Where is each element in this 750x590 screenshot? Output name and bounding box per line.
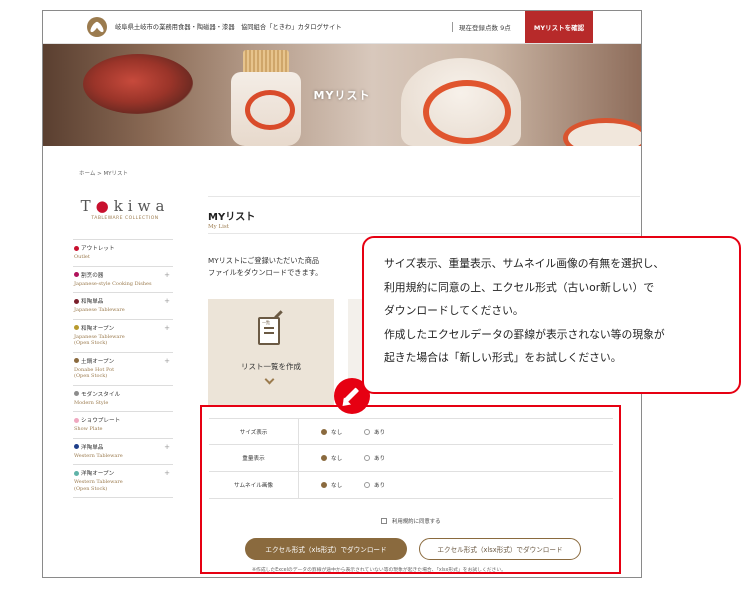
sidebar-category-list: アウトレット Outlet 割烹の器 Japanese-style Cooking D… <box>73 239 173 498</box>
sidebar-item-label: アウトレット <box>74 244 173 252</box>
sidebar-item[interactable]: 和陶オープン Japanese Tableware (Open Stock) + <box>73 320 173 353</box>
registered-count: 現在登録点数 9点 <box>452 22 511 32</box>
hero-bowl-image <box>563 118 641 146</box>
brand-logo[interactable]: T●kiwa TABLEWARE COLLECTION <box>79 197 171 221</box>
view-mylist-button[interactable]: MYリストを確認 <box>525 11 593 43</box>
create-list-label: リスト一覧を作成 <box>241 362 301 371</box>
category-dot-icon <box>74 417 79 423</box>
sidebar-item-sublabel: Western Tableware (Open Stock) <box>74 479 123 492</box>
category-dot-icon <box>74 298 79 304</box>
expand-plus-icon[interactable]: + <box>164 357 170 365</box>
category-dot-icon <box>74 245 79 251</box>
sidebar-item-sublabel: Modern Style <box>74 399 109 406</box>
category-dot-icon <box>74 470 79 476</box>
site-title: 岐阜県土岐市の業務用食器・陶磁器・漆器 協同組合「ときわ」カタログサイト <box>115 24 342 31</box>
sidebar-item-sublabel: Japanese-style Cooking Dishes <box>74 280 152 287</box>
sidebar-item-sublabel: Outlet <box>74 254 90 260</box>
expand-plus-icon[interactable]: + <box>164 271 170 279</box>
sidebar-item-label: 洋陶単品 <box>74 443 173 451</box>
sidebar-item-sublabel: Show Plate <box>74 426 103 432</box>
category-dot-icon <box>74 325 79 330</box>
page-title: MYリスト <box>208 212 256 223</box>
sidebar-item[interactable]: 洋陶オープン Western Tableware (Open Stock) + <box>73 465 173 498</box>
category-dot-icon <box>74 444 79 449</box>
brand-dot-icon: ● <box>95 197 114 215</box>
registered-count-label: 現在登録点数 <box>459 24 498 32</box>
sidebar-item-sublabel: Donabe Hot Pot (Open Stock) <box>74 366 115 380</box>
sidebar-item-label: 洋陶オープン <box>74 469 173 477</box>
sidebar-item[interactable]: 洋陶単品 Western Tableware + <box>73 439 173 465</box>
create-list-card[interactable]: 一覧 リスト一覧を作成 <box>208 299 334 409</box>
sidebar-item[interactable]: アウトレット Outlet <box>73 239 173 267</box>
expand-plus-icon[interactable]: + <box>164 297 170 305</box>
highlight-frame <box>200 405 621 574</box>
sidebar-item[interactable]: 和陶単品 Japanese Tableware + <box>73 293 173 320</box>
category-dot-icon <box>74 391 79 396</box>
expand-plus-icon[interactable]: + <box>164 443 170 451</box>
expand-plus-icon[interactable]: + <box>164 324 170 332</box>
hero-cup-image <box>231 72 301 146</box>
list-edit-icon: 一覧 <box>258 317 280 345</box>
sidebar-item-sublabel: Japanese Tableware <box>74 307 125 313</box>
sidebar-item-label: ショウプレート <box>74 416 173 424</box>
brand-name: T●kiwa <box>80 197 170 215</box>
site-header: 岐阜県土岐市の業務用食器・陶磁器・漆器 協同組合「ときわ」カタログサイト 現在登… <box>43 11 641 44</box>
sidebar-item[interactable]: ショウプレート Show Plate <box>73 412 173 439</box>
chevron-down-icon <box>264 374 275 385</box>
expand-plus-icon[interactable]: + <box>164 469 170 477</box>
breadcrumb[interactable]: ホーム > MYリスト <box>79 169 128 177</box>
sidebar-item-label: モダンスタイル <box>74 390 173 398</box>
registered-count-value: 9点 <box>500 24 511 32</box>
hero-banner: MYリスト <box>43 44 641 146</box>
callout-text: サイズ表示、重量表示、サムネイル画像の有無を選択し、 利用規約に同意の上、エクセ… <box>384 257 665 364</box>
instruction-callout: サイズ表示、重量表示、サムネイル画像の有無を選択し、 利用規約に同意の上、エクセ… <box>362 236 741 394</box>
hero-plate-image <box>83 54 193 114</box>
category-dot-icon <box>74 272 79 277</box>
sidebar-item-label: 和陶オープン <box>74 324 173 332</box>
sidebar-item[interactable]: モダンスタイル Modern Style <box>73 386 173 412</box>
logo-icon[interactable] <box>87 17 107 37</box>
sidebar-item-label: 和陶単品 <box>74 297 173 305</box>
page-subtitle: My List <box>208 224 229 230</box>
sidebar-item-label: 割烹の器 <box>74 271 173 279</box>
sidebar-item-sublabel: Japanese Tableware (Open Stock) <box>74 333 125 347</box>
brand-subtitle: TABLEWARE COLLECTION <box>91 216 159 221</box>
sidebar-item[interactable]: 割烹の器 Japanese-style Cooking Dishes + <box>73 267 173 293</box>
intro-text: MYリストにご登録いただいた商品 ファイルをダウンロードできます。 <box>208 256 323 278</box>
sidebar-item-sublabel: Western Tableware <box>74 452 123 459</box>
category-dot-icon <box>74 358 79 363</box>
sidebar-item[interactable]: 土鍋オープン Donabe Hot Pot (Open Stock) + <box>73 353 173 386</box>
hero-title: MYリスト <box>313 89 371 102</box>
divider <box>208 196 640 197</box>
sidebar-item-label: 土鍋オープン <box>74 357 173 365</box>
divider <box>208 233 640 234</box>
